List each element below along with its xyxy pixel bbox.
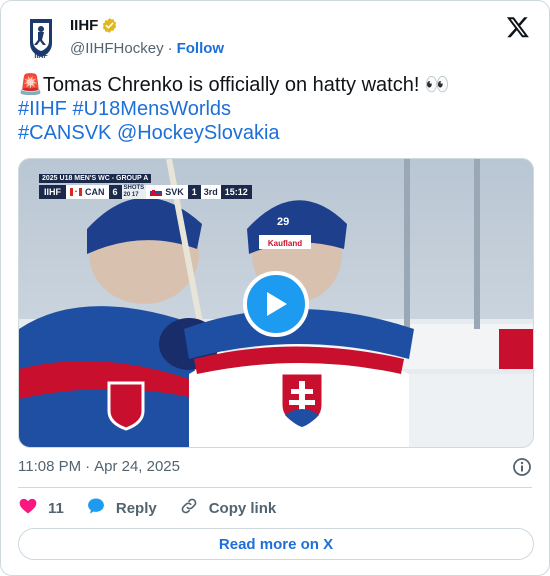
team1-score: 6 bbox=[108, 185, 122, 199]
mention-hockeyslovakia[interactable]: @HockeySlovakia bbox=[117, 122, 280, 144]
shots-values: 20 17 bbox=[123, 192, 139, 198]
tweet-line-1: 🚨Tomas Chrenko is officially on hatty wa… bbox=[18, 73, 534, 97]
heart-icon bbox=[18, 496, 38, 520]
tweet-header: IIHF IIHF @IIHFHockey · Follow bbox=[18, 13, 532, 61]
siren-emoji: 🚨 bbox=[18, 74, 43, 96]
read-more-button[interactable]: Read more on X bbox=[18, 528, 534, 560]
svg-text:IIHF: IIHF bbox=[34, 53, 48, 60]
play-button[interactable] bbox=[243, 271, 309, 337]
follow-button[interactable]: Follow bbox=[177, 40, 225, 57]
copy-link-label: Copy link bbox=[208, 499, 277, 517]
sponsor-logo: Kaufland bbox=[268, 239, 302, 248]
game-clock: 15:12 bbox=[220, 185, 252, 199]
tweet-main-text: Tomas Chrenko is officially on hatty wat… bbox=[42, 74, 450, 96]
tweet-timestamp[interactable]: 11:08 PM · Apr 24, 2025 bbox=[18, 458, 180, 475]
scorebug-team1: CAN bbox=[66, 185, 109, 199]
tweet-text: 🚨Tomas Chrenko is officially on hatty wa… bbox=[18, 73, 534, 145]
reply-label: Reply bbox=[115, 499, 157, 517]
like-button[interactable]: 11 bbox=[18, 496, 64, 520]
reply-bubble-icon bbox=[86, 496, 106, 520]
canada-flag-icon bbox=[70, 188, 82, 196]
play-icon bbox=[263, 290, 289, 318]
game-period: 3rd bbox=[200, 185, 221, 199]
team2-score: 1 bbox=[187, 185, 201, 199]
copy-link-button[interactable]: Copy link bbox=[179, 496, 277, 520]
divider bbox=[18, 487, 532, 488]
author-handle[interactable]: @IIHFHockey bbox=[70, 40, 164, 57]
link-icon bbox=[179, 496, 199, 520]
author-name[interactable]: IIHF bbox=[70, 17, 98, 34]
tweet-time: 11:08 PM bbox=[18, 458, 82, 475]
tweet-card: IIHF IIHF @IIHFHockey · Follow 🚨Tomas Ch… bbox=[0, 0, 550, 576]
avatar[interactable]: IIHF bbox=[18, 15, 64, 61]
handle-separator: · bbox=[167, 40, 173, 57]
scorebug-title: 2025 U18 MEN'S WC - GROUP A bbox=[39, 174, 152, 183]
scorebug-shots: SHOTS 20 17 bbox=[121, 185, 147, 199]
verified-badge-icon bbox=[101, 17, 118, 34]
info-icon[interactable] bbox=[512, 457, 532, 477]
hashtag-cansvk[interactable]: #CANSVK bbox=[18, 122, 111, 144]
team2-name: SVK bbox=[165, 187, 184, 197]
team1-name: CAN bbox=[85, 187, 105, 197]
action-bar: 11 Reply Copy link bbox=[18, 497, 298, 519]
tweet-line-2: #IIHF #U18MensWorlds bbox=[18, 97, 534, 121]
like-count: 11 bbox=[48, 499, 64, 517]
jersey-number: 29 bbox=[277, 216, 289, 228]
author-name-row: IIHF bbox=[70, 17, 118, 34]
video-thumbnail[interactable]: 29 Kaufland 2025 U18 MEN'S WC - GROUP A … bbox=[18, 158, 534, 448]
reply-button[interactable]: Reply bbox=[86, 496, 157, 520]
tweet-date: Apr 24, 2025 bbox=[94, 458, 180, 475]
hashtag-iihf[interactable]: #IIHF bbox=[18, 98, 67, 120]
tweet-line-3: #CANSVK @HockeySlovakia bbox=[18, 121, 534, 145]
hashtag-u18mensworlds[interactable]: #U18MensWorlds bbox=[72, 98, 231, 120]
shots-label: SHOTS bbox=[123, 185, 145, 191]
timestamp-separator: · bbox=[85, 458, 91, 475]
x-logo-icon[interactable] bbox=[506, 15, 530, 39]
handle-row: @IIHFHockey · Follow bbox=[70, 40, 224, 57]
slovakia-flag-icon bbox=[150, 188, 163, 196]
scorebug: 2025 U18 MEN'S WC - GROUP A IIHF CAN 6 S… bbox=[39, 167, 252, 199]
scorebug-team2: SVK bbox=[146, 185, 188, 199]
scorebug-row: IIHF CAN 6 SHOTS 20 17 SVK 1 3rd 15:12 bbox=[39, 185, 252, 199]
scorebug-org: IIHF bbox=[39, 185, 66, 199]
